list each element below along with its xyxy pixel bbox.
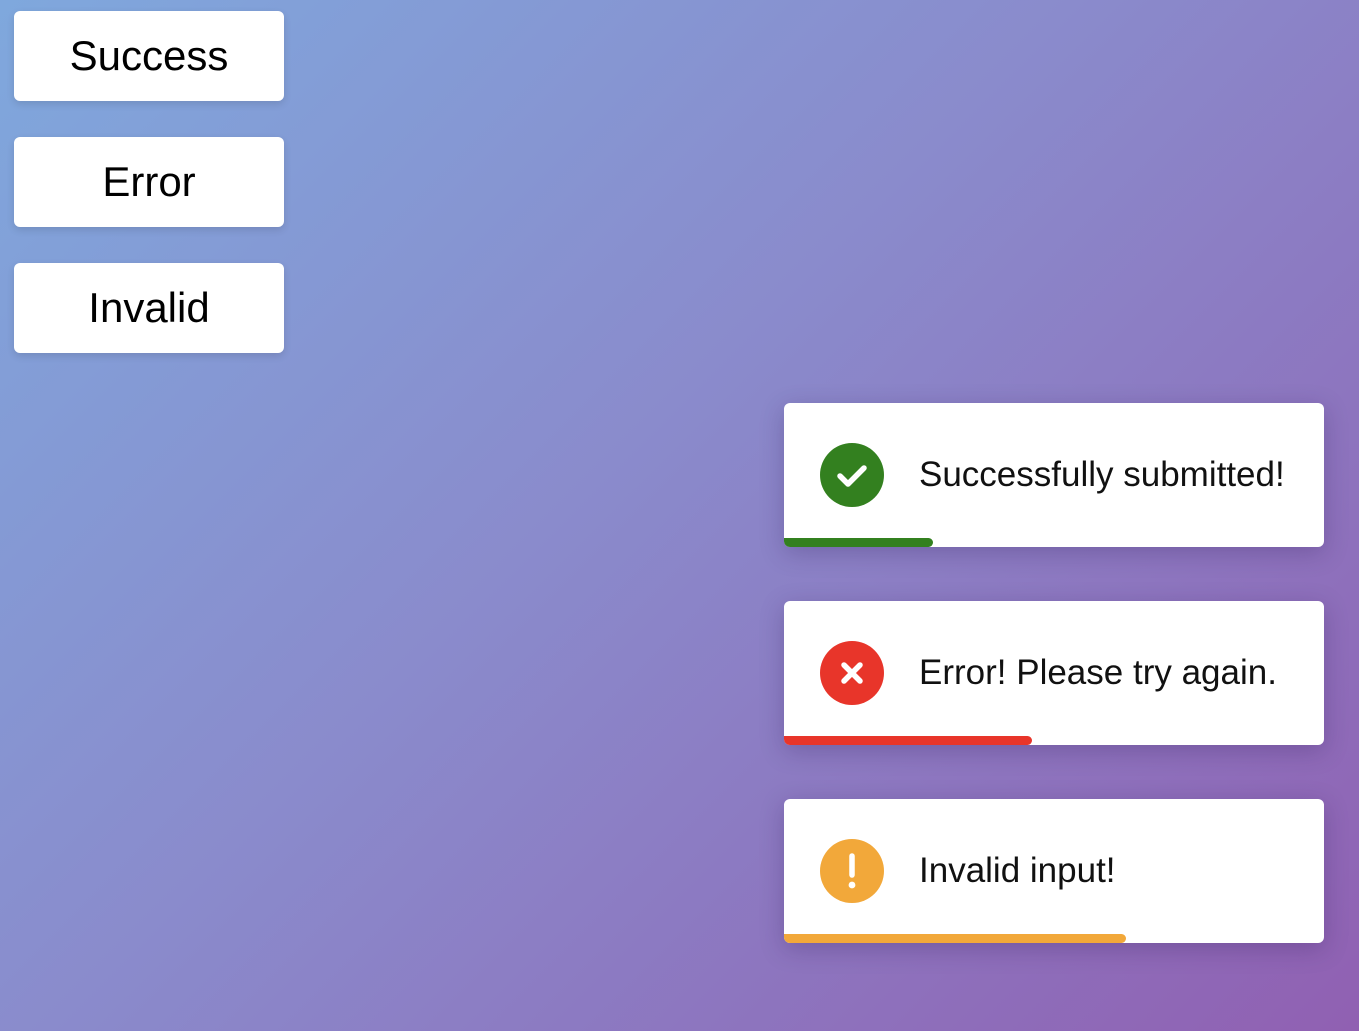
x-circle-icon — [820, 641, 884, 705]
exclamation-circle-icon — [820, 839, 884, 903]
toast-progress-bar — [784, 736, 1032, 745]
toast-progress-bar — [784, 934, 1126, 943]
invalid-button[interactable]: Invalid — [14, 263, 284, 353]
toast-message: Successfully submitted! — [919, 455, 1285, 494]
invalid-toast[interactable]: Invalid input! — [784, 799, 1324, 943]
toast-trigger-buttons: Success Error Invalid — [14, 11, 284, 353]
success-button[interactable]: Success — [14, 11, 284, 101]
toast-container: Successfully submitted! Error! Please tr… — [784, 403, 1324, 943]
toast-message: Error! Please try again. — [919, 653, 1277, 692]
success-toast[interactable]: Successfully submitted! — [784, 403, 1324, 547]
toast-progress-bar — [784, 538, 934, 547]
error-toast[interactable]: Error! Please try again. — [784, 601, 1324, 745]
error-button[interactable]: Error — [14, 137, 284, 227]
toast-message: Invalid input! — [919, 851, 1116, 890]
check-circle-icon — [820, 443, 884, 507]
